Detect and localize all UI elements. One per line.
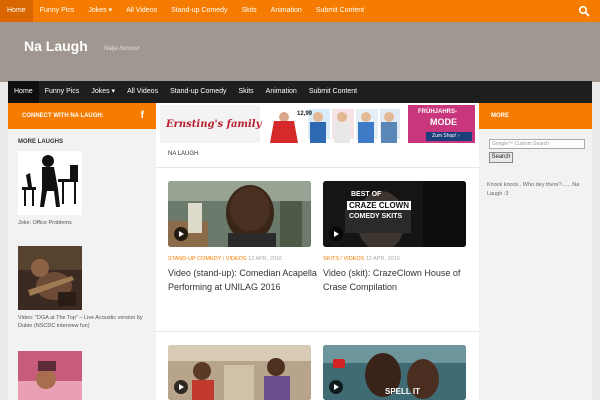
post-1-title[interactable]: Video (stand-up): Comedian Acapella Perf… [168, 267, 318, 295]
third-laugh-thumbnail[interactable] [18, 351, 82, 400]
post-2-image-text-3: COMEDY SKITS [349, 213, 403, 220]
ad-brand: Ernsting's family [166, 119, 262, 130]
dga-video-link[interactable]: Video: "DGA at The Top" – Live Acoustic … [18, 315, 154, 330]
post-2-title[interactable]: Video (skit): CrazeClown House of Crase … [323, 267, 473, 295]
post-1-date: 12 APR, 2016 [248, 256, 283, 262]
section-title: NA LAUGH [168, 151, 199, 157]
main-nav-submit[interactable]: Submit Content [303, 81, 363, 103]
post-2-image-text-2: CRAZE CLOWN [347, 201, 411, 210]
post-1-category[interactable]: STAND-UP COMEDY [168, 256, 221, 262]
main-content: Ernsting's family 12,99 FRÜHJAHRS- MODE … [156, 103, 479, 400]
advertisement-banner[interactable]: Ernsting's family 12,99 FRÜHJAHRS- MODE … [160, 105, 475, 143]
site-logo[interactable]: Na Laugh [24, 38, 88, 54]
top-nav-animation[interactable]: Animation [264, 0, 309, 22]
main-nav-all-videos[interactable]: All Videos [121, 81, 164, 103]
connect-title: CONNECT WITH NA LAUGH: [22, 113, 104, 119]
post-2-category[interactable]: SKITS [323, 256, 339, 262]
main-nav-funny-pics[interactable]: Funny Pics [39, 81, 86, 103]
top-nav-home[interactable]: Home [0, 0, 33, 22]
ad-promo-line-1: FRÜHJAHRS- [418, 109, 457, 115]
post-1-thumbnail[interactable] [168, 181, 311, 247]
post-2-image-text-1: BEST OF [351, 191, 382, 198]
site-tagline: Naija humour [104, 46, 140, 52]
main-nav-jokes[interactable]: Jokes ▾ [85, 81, 121, 103]
posts-divider [156, 331, 479, 332]
dga-video-thumbnail[interactable] [18, 246, 82, 310]
office-problems-thumbnail[interactable] [18, 151, 82, 215]
post-2-play-icon[interactable] [329, 227, 343, 241]
main-nav-standup[interactable]: Stand-up Comedy [164, 81, 232, 103]
site-header: Na Laugh Naija humour [0, 22, 600, 82]
search-icon[interactable] [578, 5, 590, 17]
more-header: MORE [479, 103, 592, 129]
main-nav-skits[interactable]: Skits [233, 81, 260, 103]
post-4-image-text: SPELL IT [385, 387, 420, 396]
post-2-meta: SKITS / VIDEOS 12 APR, 2016 [323, 256, 400, 262]
post-1-meta: STAND-UP COMEDY / VIDEOS 12 APR, 2016 [168, 256, 283, 262]
left-sidebar: CONNECT WITH NA LAUGH: f MORE LAUGHS Jok… [8, 103, 156, 400]
connect-header: CONNECT WITH NA LAUGH: f [8, 103, 156, 129]
right-sidebar: MORE Google™ Custom Search Search Knock … [479, 103, 592, 400]
post-3-play-icon[interactable] [174, 380, 188, 394]
top-nav-all-videos[interactable]: All Videos [119, 0, 164, 22]
main-nav: Home Funny Pics Jokes ▾ All Videos Stand… [8, 81, 592, 103]
search-button[interactable]: Search [489, 152, 513, 163]
top-nav: Home Funny Pics Jokes ▾ All Videos Stand… [0, 0, 600, 22]
post-1-category-2[interactable]: VIDEOS [226, 256, 247, 262]
facebook-icon[interactable]: f [141, 103, 144, 129]
post-4-thumbnail[interactable]: SPELL IT [323, 345, 466, 400]
top-nav-skits[interactable]: Skits [235, 0, 264, 22]
knock-knock-joke: Knock knock.. Who dey there?...... Na La… [487, 182, 580, 197]
post-4-play-icon[interactable] [329, 380, 343, 394]
post-2-thumbnail[interactable]: BEST OF CRAZE CLOWN COMEDY SKITS [323, 181, 466, 247]
ad-price: 12,99 [297, 111, 313, 117]
main-nav-animation[interactable]: Animation [260, 81, 303, 103]
post-2-category-2[interactable]: VIDEOS [344, 256, 365, 262]
top-nav-standup[interactable]: Stand-up Comedy [164, 0, 234, 22]
google-search-input[interactable]: Google™ Custom Search [489, 139, 585, 149]
ad-shop-button[interactable]: Zum Shop! › [432, 133, 460, 139]
section-divider [156, 167, 479, 168]
top-nav-funny-pics[interactable]: Funny Pics [33, 0, 82, 22]
post-2-date: 12 APR, 2016 [365, 256, 400, 262]
main-nav-home[interactable]: Home [8, 81, 39, 103]
post-3-thumbnail[interactable] [168, 345, 311, 400]
top-nav-submit[interactable]: Submit Content [309, 0, 371, 22]
top-nav-jokes[interactable]: Jokes ▾ [81, 0, 119, 22]
post-1-play-icon[interactable] [174, 227, 188, 241]
ad-promo-line-2: MODE [430, 117, 457, 127]
office-problems-link[interactable]: Joke: Office Problems [18, 220, 154, 228]
more-laughs-title: MORE LAUGHS [18, 139, 63, 145]
more-title: MORE [491, 113, 509, 119]
